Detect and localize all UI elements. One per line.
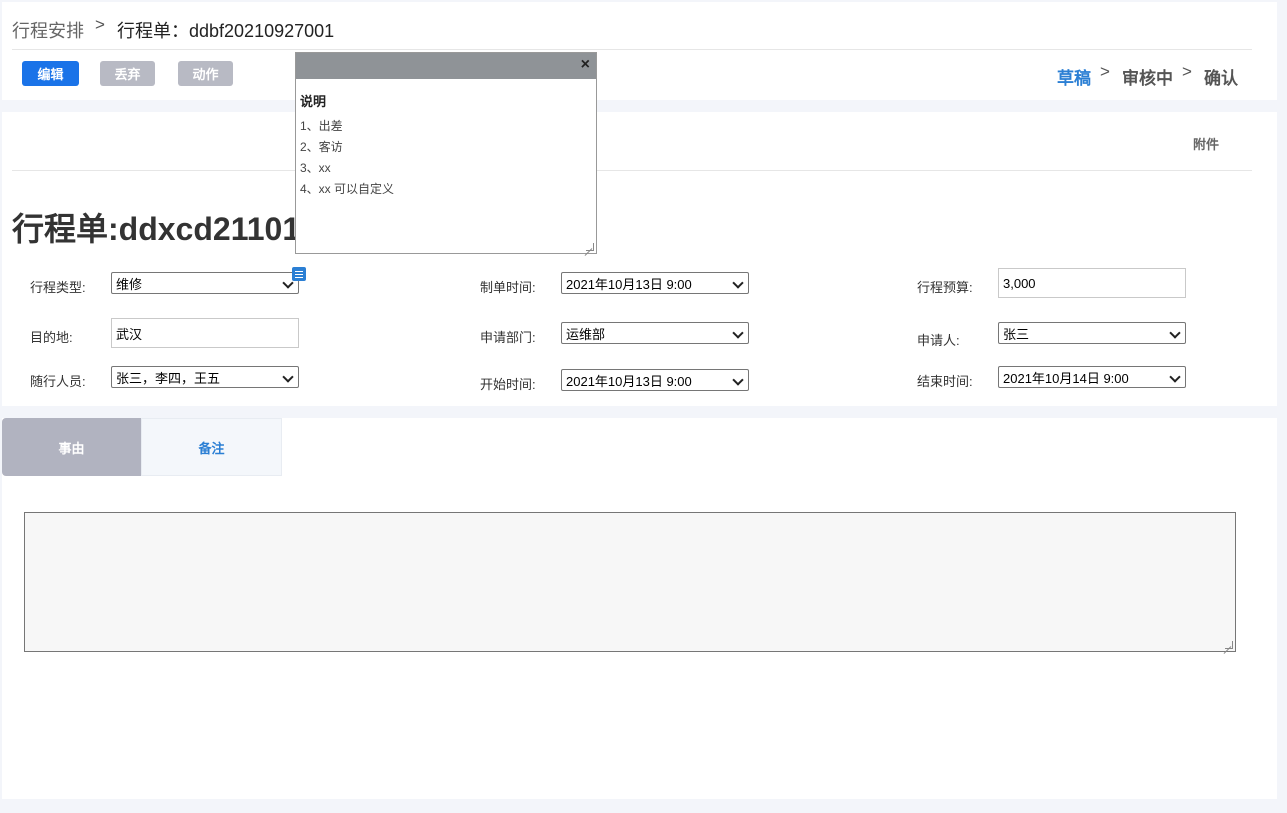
destination-input[interactable]: 武汉 [111, 318, 299, 348]
resize-grip-icon[interactable] [1225, 641, 1233, 649]
created-time-label: 制单时间: [480, 280, 536, 295]
edit-button[interactable]: 编辑 [22, 61, 79, 86]
action-button[interactable]: 动作 [178, 61, 233, 86]
budget-input[interactable]: 3,000 [998, 268, 1186, 298]
created-time-select[interactable]: 2021年10月13日 9:00 [561, 272, 749, 294]
popup-title: 说明 [300, 94, 327, 109]
detail-panel: 事由 备注 [2, 418, 1277, 799]
discard-button[interactable]: 丢弃 [100, 61, 155, 86]
start-time-label: 开始时间: [480, 377, 536, 392]
resize-grip-icon[interactable] [586, 243, 594, 251]
form-panel: 附件 行程单:ddxcd21101 行程类型: 维修 制单时间: 2021年10… [2, 112, 1277, 406]
breadcrumb-current: 行程单：ddbf20210927001 [117, 21, 335, 41]
start-time-select[interactable]: 2021年10月13日 9:00 [561, 369, 749, 391]
info-popup: × 说明 1、出差 2、客访 3、xx 4、xx 可以自定义 [295, 52, 597, 254]
status-separator: > [1182, 62, 1192, 81]
trip-type-select[interactable]: 维修 [111, 272, 299, 294]
trip-type-label: 行程类型: [30, 280, 86, 295]
budget-label: 行程预算: [917, 280, 973, 295]
popup-header: × [296, 53, 596, 79]
status-step-confirm[interactable]: 确认 [1204, 64, 1238, 89]
attachments-button[interactable]: 附件 [1193, 134, 1219, 153]
form-divider [12, 170, 1252, 171]
destination-label: 目的地: [30, 330, 73, 345]
popup-body: 说明 1、出差 2、客访 3、xx 4、xx 可以自定义 [296, 79, 596, 212]
department-label: 申请部门: [480, 330, 536, 345]
popup-line: 4、xx 可以自定义 [300, 182, 395, 196]
status-step-review[interactable]: 审核中 [1122, 64, 1173, 89]
close-icon[interactable]: × [581, 56, 590, 74]
status-separator: > [1100, 62, 1110, 81]
breadcrumb-root[interactable]: 行程安排 [12, 17, 84, 43]
tab-reason[interactable]: 事由 [2, 418, 141, 476]
list-icon[interactable] [292, 267, 306, 281]
header-divider [12, 49, 1252, 50]
popup-line: 1、出差 [300, 119, 343, 133]
status-step-draft[interactable]: 草稿 [1057, 64, 1091, 89]
companions-select[interactable]: 张三，李四，王五 [111, 366, 299, 388]
applicant-label: 申请人: [917, 333, 960, 348]
breadcrumb-separator: > [95, 15, 105, 34]
applicant-select[interactable]: 张三 [998, 322, 1186, 344]
companions-label: 随行人员: [30, 374, 86, 389]
header-panel: 行程安排 > 行程单：ddbf20210927001 编辑 丢弃 动作 草稿 >… [2, 2, 1277, 100]
end-time-label: 结束时间: [917, 374, 973, 389]
popup-line: 2、客访 [300, 140, 343, 154]
popup-line: 3、xx [300, 161, 331, 175]
tab-remarks[interactable]: 备注 [141, 418, 282, 476]
page-title: 行程单:ddxcd21101 [12, 211, 297, 247]
department-select[interactable]: 运维部 [561, 322, 749, 344]
reason-textarea[interactable] [24, 512, 1236, 652]
end-time-select[interactable]: 2021年10月14日 9:00 [998, 366, 1186, 388]
